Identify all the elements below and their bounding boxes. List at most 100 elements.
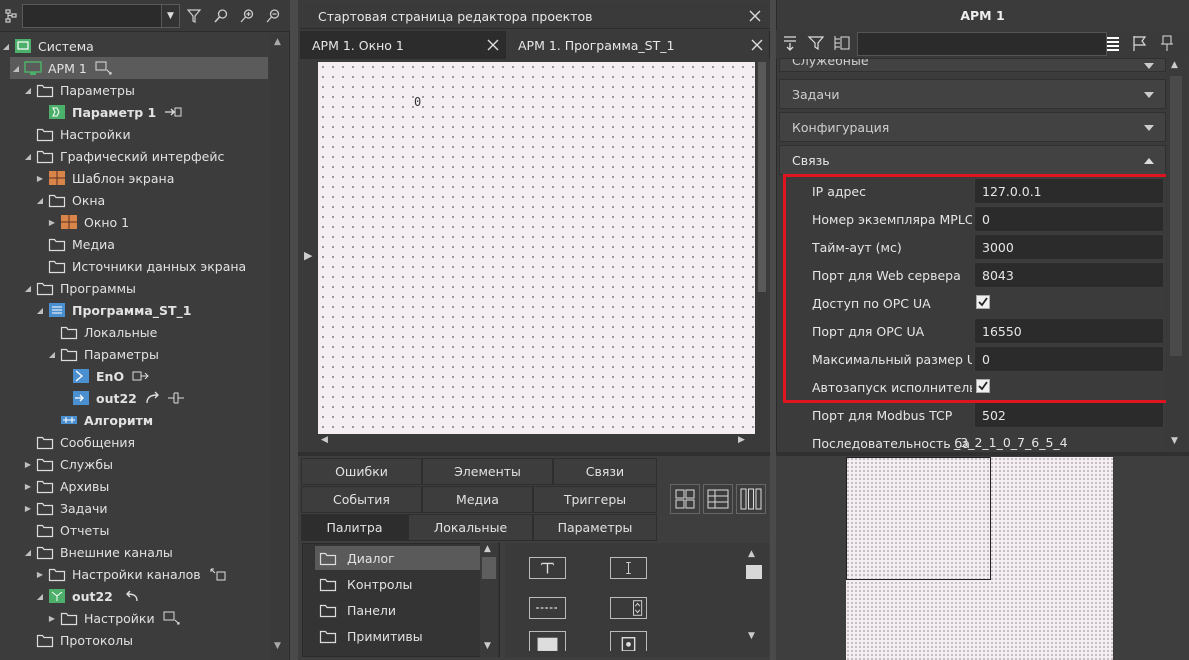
channel-link-icon[interactable] xyxy=(209,566,227,582)
tree-item-parameters[interactable]: ◢ Параметры xyxy=(22,79,135,101)
tree-item-system[interactable]: ◢ Система xyxy=(0,35,94,57)
pin-icon[interactable] xyxy=(1158,34,1178,54)
tree-item-parameter1[interactable]: Параметр 1 xyxy=(34,101,182,123)
link-status-icon[interactable] xyxy=(163,610,181,626)
minimap-preview[interactable] xyxy=(846,457,1113,660)
tree-item-tasks[interactable]: ▶ Задачи xyxy=(22,497,108,519)
scroll-thumb[interactable] xyxy=(746,565,762,579)
text-element-icon[interactable] xyxy=(529,557,566,579)
opcua-access-checkbox[interactable] xyxy=(976,295,990,309)
tree-item-messages[interactable]: Сообщения xyxy=(22,431,135,453)
flag-icon[interactable] xyxy=(1131,34,1151,54)
canvas-vertical-scrollbar[interactable] xyxy=(755,62,769,434)
canvas-text-element[interactable]: 0 xyxy=(414,95,421,109)
tree-item-program-st1[interactable]: ◢ Программа_ST_1 xyxy=(34,299,192,321)
scroll-thumb[interactable] xyxy=(1170,76,1182,356)
redirect-arrow-icon[interactable] xyxy=(145,390,163,406)
tree-search-input[interactable] xyxy=(22,4,162,28)
list-view-icon[interactable] xyxy=(1104,34,1124,54)
tree-item-arm1[interactable]: ◢ АРМ 1 xyxy=(10,57,268,79)
tree-item-screen-template[interactable]: ▶ Шаблон экрана xyxy=(34,167,174,189)
close-icon[interactable] xyxy=(748,9,764,25)
output-link-icon[interactable] xyxy=(164,104,182,120)
chevron-down-icon[interactable]: ▼ xyxy=(162,4,180,28)
output-link-icon[interactable] xyxy=(132,368,150,384)
section-connection[interactable]: Связь xyxy=(779,145,1166,175)
scroll-right-icon[interactable]: ▶ xyxy=(738,435,745,445)
tree-scrollbar[interactable]: ▲ ▼ xyxy=(270,35,288,660)
tab-elements[interactable]: Элементы xyxy=(422,458,553,485)
connection-node-icon[interactable] xyxy=(167,390,185,406)
palette-item-primitives[interactable]: Примитивы xyxy=(315,624,423,648)
properties-search-input[interactable] xyxy=(857,32,1107,56)
tree-item-channel-settings[interactable]: ▶ Настройки каналов xyxy=(34,563,227,585)
tab-locals[interactable]: Локальные xyxy=(408,514,533,541)
instance-number-field[interactable]: 0 xyxy=(974,206,1164,232)
tab-palette[interactable]: Палитра xyxy=(301,514,408,541)
filter-icon[interactable] xyxy=(807,34,827,54)
web-port-field[interactable]: 8043 xyxy=(974,262,1164,288)
tree-item-external-channels[interactable]: ◢ Внешние каналы xyxy=(22,541,173,563)
palette-item-panels[interactable]: Панели xyxy=(315,598,396,622)
tab-triggers[interactable]: Триггеры xyxy=(533,486,657,513)
sort-down-icon[interactable] xyxy=(781,34,801,54)
filter-icon[interactable] xyxy=(183,5,205,27)
tree-item-locals[interactable]: Локальные xyxy=(46,321,157,343)
expand-arrow-icon[interactable]: ◢ xyxy=(10,64,22,73)
scroll-thumb[interactable] xyxy=(758,62,766,292)
scroll-thumb[interactable] xyxy=(482,557,496,579)
udp-size-field[interactable]: 0 xyxy=(974,346,1164,372)
opcua-port-field[interactable]: 16550 xyxy=(974,318,1164,344)
tree-structure-icon[interactable] xyxy=(0,5,22,27)
tree-item-settings[interactable]: Настройки xyxy=(22,123,131,145)
scroll-up-icon[interactable]: ▲ xyxy=(748,549,755,559)
tab-events[interactable]: События xyxy=(301,486,422,513)
modbus-port-field[interactable]: 502 xyxy=(974,402,1164,428)
tree-item-screen-data-sources[interactable]: Источники данных экрана xyxy=(34,255,246,277)
tree-item-out22-channel[interactable]: ◢ out22 xyxy=(34,585,139,607)
tree-item-window1[interactable]: ▶ Окно 1 xyxy=(46,211,129,233)
close-icon[interactable] xyxy=(486,38,502,54)
start-page-tab[interactable]: Стартовая страница редактора проектов xyxy=(300,3,770,29)
scroll-up-icon[interactable]: ▲ xyxy=(274,37,281,47)
scroll-up-icon[interactable]: ▲ xyxy=(1171,60,1178,70)
tab-media[interactable]: Медиа xyxy=(422,486,533,513)
spinbox-element-icon[interactable] xyxy=(610,597,647,619)
tree-item-gui[interactable]: ◢ Графический интерфейс xyxy=(22,145,224,167)
tab-errors[interactable]: Ошибки xyxy=(301,458,422,485)
byte-order-field[interactable]: _3_2_1_0_7_6_5_4 xyxy=(947,430,1137,452)
timeout-field[interactable]: 3000 xyxy=(974,234,1164,260)
scroll-down-icon[interactable]: ▼ xyxy=(748,631,755,641)
tree-item-algorithm[interactable]: Алгоритм xyxy=(46,409,153,431)
dashed-line-element-icon[interactable] xyxy=(529,597,566,619)
window-canvas[interactable]: 0 xyxy=(318,62,755,434)
tree-item-services[interactable]: ▶ Службы xyxy=(22,453,113,475)
canvas-horizontal-scrollbar[interactable]: ◀ ▶ xyxy=(318,434,755,448)
palette-list-scrollbar[interactable]: ▲ ▼ xyxy=(480,543,498,657)
expand-panel-arrow-icon[interactable]: ▶ xyxy=(304,249,312,262)
tree-item-reports[interactable]: Отчеты xyxy=(22,519,109,541)
section-tasks[interactable]: Задачи xyxy=(779,79,1166,109)
link-status-icon[interactable] xyxy=(95,60,113,76)
tab-arm1-window1[interactable]: АРМ 1. Окно 1 xyxy=(300,31,506,59)
scroll-up-icon[interactable]: ▲ xyxy=(484,544,491,554)
search-icon[interactable] xyxy=(210,5,232,27)
tree-item-out22[interactable]: out22 xyxy=(58,387,185,409)
image-element-icon[interactable] xyxy=(610,631,647,651)
section-service[interactable]: Служебные xyxy=(779,58,1166,72)
undo-arrow-icon[interactable] xyxy=(121,588,139,604)
tab-parameters[interactable]: Параметры xyxy=(533,514,657,541)
scroll-left-icon[interactable]: ◀ xyxy=(321,435,328,445)
zoom-in-icon[interactable] xyxy=(236,5,258,27)
tree-item-out22-settings[interactable]: ▶ Настройки xyxy=(46,607,181,629)
tree-item-archives[interactable]: ▶ Архивы xyxy=(22,475,109,497)
tab-links[interactable]: Связи xyxy=(553,458,657,485)
grouping-icon[interactable] xyxy=(833,34,853,54)
tree-item-programs[interactable]: ◢ Программы xyxy=(22,277,136,299)
autostart-checkbox[interactable] xyxy=(976,379,990,393)
tile-view-button[interactable] xyxy=(670,484,700,514)
expand-arrow-icon[interactable]: ◢ xyxy=(0,42,12,51)
tree-item-protocols[interactable]: Протоколы xyxy=(22,629,133,651)
table-view-button[interactable] xyxy=(703,484,733,514)
tree-item-windows[interactable]: ◢ Окна xyxy=(34,189,105,211)
